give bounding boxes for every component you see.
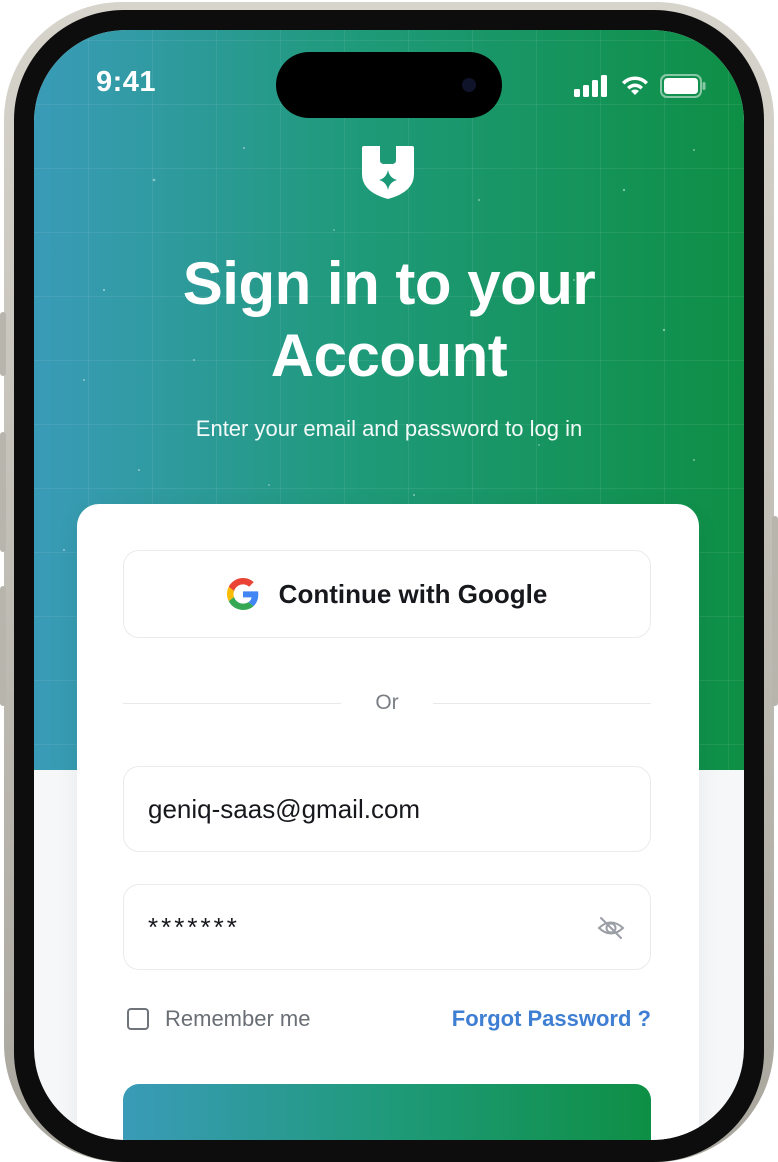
- eye-off-icon[interactable]: [596, 913, 626, 943]
- battery-icon: [660, 74, 706, 98]
- shield-star-icon: [362, 146, 414, 199]
- front-camera: [462, 78, 476, 92]
- signal-icon: [574, 75, 607, 97]
- login-card: Continue with Google Or Remember me Forg…: [77, 504, 699, 1140]
- or-divider: Or: [123, 688, 652, 718]
- status-icons: [574, 74, 706, 98]
- email-field[interactable]: [123, 766, 651, 852]
- remember-forgot-row: Remember me Forgot Password ?: [127, 1004, 651, 1038]
- page-title-line2: Account: [270, 322, 508, 389]
- side-button-volume-up: [0, 432, 6, 552]
- divider-text: Or: [375, 691, 399, 714]
- remember-me-checkbox[interactable]: [127, 1008, 149, 1030]
- status-bar: 9:41: [34, 30, 744, 140]
- page-title-line1: Sign in to your: [182, 250, 596, 317]
- continue-with-google-label: Continue with Google: [278, 578, 548, 609]
- divider-line-left: [123, 702, 342, 704]
- status-time: 9:41: [96, 66, 157, 98]
- continue-with-google-button[interactable]: Continue with Google: [123, 550, 651, 638]
- email-input[interactable]: [148, 767, 578, 851]
- remember-me[interactable]: Remember me: [127, 1006, 310, 1032]
- side-button-volume-down: [0, 586, 6, 706]
- password-field[interactable]: [123, 884, 651, 970]
- page-title: Sign in to your Account: [34, 248, 744, 392]
- screen: 9:41 Sign in to your Account Enter your …: [34, 30, 744, 1140]
- page-subtitle: Enter your email and password to log in: [195, 416, 583, 441]
- dynamic-island: [276, 52, 502, 118]
- divider-line-right: [432, 702, 652, 704]
- password-input[interactable]: [148, 885, 578, 969]
- sign-in-button[interactable]: [123, 1084, 651, 1140]
- side-button-power: [772, 516, 778, 706]
- google-icon: [226, 578, 258, 610]
- forgot-password-link[interactable]: Forgot Password ?: [452, 1006, 651, 1032]
- remember-me-label: Remember me: [165, 1006, 311, 1031]
- wifi-icon: [622, 76, 648, 95]
- side-button-silent: [0, 312, 6, 376]
